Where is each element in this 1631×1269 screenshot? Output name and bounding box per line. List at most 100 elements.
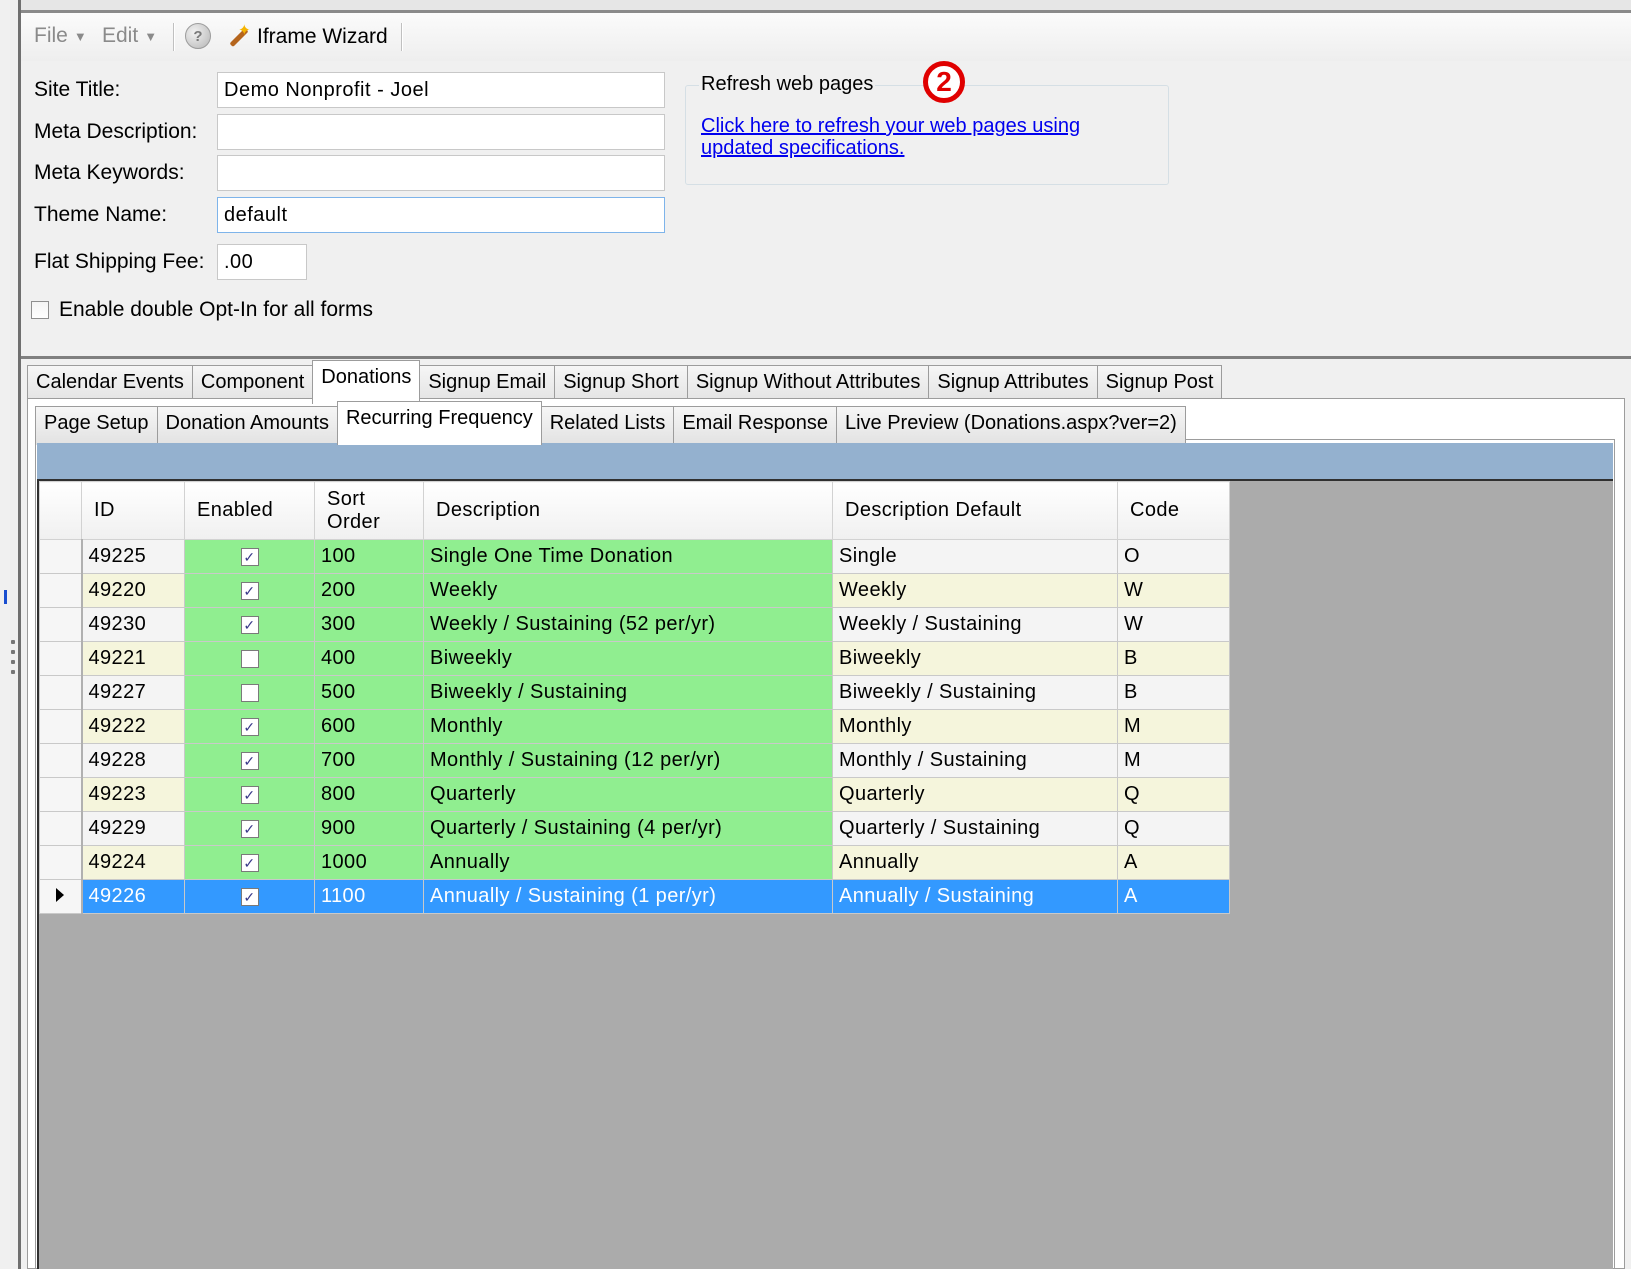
table-row[interactable]: 49221 400 Biweekly Biweekly B [39,641,1230,676]
row-header-cell[interactable] [39,709,83,744]
code-cell[interactable]: A [1117,879,1230,914]
enabled-cell[interactable]: ✓ [184,607,315,642]
sort-order-cell[interactable]: 500 [314,675,424,710]
enabled-checkbox[interactable]: ✓ [240,615,259,634]
iframe-wizard-button[interactable]: ✦ Iframe Wizard [225,22,388,50]
tab-related-lists[interactable]: Related Lists [540,406,675,445]
table-row[interactable]: 49227 500 Biweekly / Sustaining Biweekly / … [39,675,1230,710]
tab-donation-amounts[interactable]: Donation Amounts [156,406,338,445]
file-menu[interactable]: File ▼ [34,24,87,48]
table-row[interactable]: 49229 ✓ 900 Quarterly / Sustaining (4 per/y… [39,811,1230,846]
sort-order-cell[interactable]: 200 [314,573,424,608]
enabled-cell[interactable] [184,641,315,676]
description-default-cell[interactable]: Weekly [832,573,1118,608]
enabled-cell[interactable]: ✓ [184,743,315,778]
splitter-grip-dot[interactable] [11,660,15,664]
code-cell[interactable]: M [1117,709,1230,744]
id-cell[interactable]: 49227 [81,675,185,710]
sort-order-cell[interactable]: 100 [314,539,424,574]
sort-order-cell[interactable]: 1000 [314,845,424,880]
description-default-cell[interactable]: Weekly / Sustaining [832,607,1118,642]
id-cell[interactable]: 49223 [81,777,185,812]
id-cell[interactable]: 49226 [81,879,185,914]
code-cell[interactable]: Q [1117,811,1230,846]
column-header-sort-order[interactable]: Sort Order [314,481,424,540]
code-cell[interactable]: Q [1117,777,1230,812]
tab-page-setup[interactable]: Page Setup [35,406,158,445]
column-header-description[interactable]: Description [423,481,833,540]
column-header-description-default[interactable]: Description Default [832,481,1118,540]
sort-order-cell[interactable]: 300 [314,607,424,642]
description-cell[interactable]: Single One Time Donation [423,539,833,574]
row-header-cell[interactable] [39,607,83,642]
tab-recurring-frequency[interactable]: Recurring Frequency [336,401,542,445]
sort-order-cell[interactable]: 600 [314,709,424,744]
flat-shipping-fee-field[interactable]: .00 [217,244,307,280]
sort-order-cell[interactable]: 700 [314,743,424,778]
enabled-cell[interactable]: ✓ [184,573,315,608]
help-button[interactable]: ? [185,23,211,49]
enabled-cell[interactable]: ✓ [184,709,315,744]
code-cell[interactable]: A [1117,845,1230,880]
description-cell[interactable]: Monthly [423,709,833,744]
table-row[interactable]: 49222 ✓ 600 Monthly Monthly M [39,709,1230,744]
description-default-cell[interactable]: Single [832,539,1118,574]
enabled-checkbox[interactable]: ✓ [240,751,259,770]
description-cell[interactable]: Weekly / Sustaining (52 per/yr) [423,607,833,642]
enabled-checkbox[interactable]: ✓ [240,547,259,566]
enabled-cell[interactable]: ✓ [184,845,315,880]
enabled-cell[interactable]: ✓ [184,811,315,846]
description-cell[interactable]: Annually [423,845,833,880]
row-header-cell[interactable] [39,675,83,710]
id-cell[interactable]: 49222 [81,709,185,744]
code-cell[interactable]: W [1117,607,1230,642]
sort-order-cell[interactable]: 900 [314,811,424,846]
sort-order-cell[interactable]: 1100 [314,879,424,914]
description-cell[interactable]: Biweekly [423,641,833,676]
double-optin-checkbox[interactable] [31,301,49,319]
splitter-grip-dot[interactable] [11,670,15,674]
tab-email-response[interactable]: Email Response [673,406,837,445]
table-row[interactable]: 49230 ✓ 300 Weekly / Sustaining (52 per/yr)… [39,607,1230,642]
column-header-id[interactable]: ID [81,481,185,540]
description-default-cell[interactable]: Quarterly [832,777,1118,812]
meta-keywords-field[interactable] [217,155,665,191]
table-row[interactable]: 49220 ✓ 200 Weekly Weekly W [39,573,1230,608]
table-row[interactable]: 49223 ✓ 800 Quarterly Quarterly Q [39,777,1230,812]
splitter-grip-dot[interactable] [11,640,15,644]
enabled-checkbox[interactable]: ✓ [240,819,259,838]
row-header-cell[interactable] [39,879,83,914]
description-cell[interactable]: Quarterly [423,777,833,812]
description-default-cell[interactable]: Monthly [832,709,1118,744]
enabled-cell[interactable]: ✓ [184,777,315,812]
sort-order-cell[interactable]: 800 [314,777,424,812]
id-cell[interactable]: 49220 [81,573,185,608]
enabled-checkbox[interactable] [240,649,259,668]
description-cell[interactable]: Quarterly / Sustaining (4 per/yr) [423,811,833,846]
row-header-cell[interactable] [39,743,83,778]
description-default-cell[interactable]: Quarterly / Sustaining [832,811,1118,846]
row-header-cell[interactable] [39,539,83,574]
table-row[interactable]: 49224 ✓ 1000 Annually Annually A [39,845,1230,880]
row-header-cell[interactable] [39,777,83,812]
id-cell[interactable]: 49228 [81,743,185,778]
enabled-checkbox[interactable]: ✓ [240,785,259,804]
code-cell[interactable]: M [1117,743,1230,778]
code-cell[interactable]: B [1117,675,1230,710]
meta-description-field[interactable] [217,114,665,150]
id-cell[interactable]: 49221 [81,641,185,676]
column-header-enabled[interactable]: Enabled [184,481,315,540]
row-header-cell[interactable] [39,845,83,880]
description-cell[interactable]: Monthly / Sustaining (12 per/yr) [423,743,833,778]
tab-live-preview[interactable]: Live Preview (Donations.aspx?ver=2) [835,406,1186,445]
theme-name-field[interactable]: default [217,197,665,233]
id-cell[interactable]: 49230 [81,607,185,642]
id-cell[interactable]: 49224 [81,845,185,880]
double-optin-checkbox-row[interactable]: Enable double Opt-In for all forms [31,298,373,322]
code-cell[interactable]: O [1117,539,1230,574]
code-cell[interactable]: B [1117,641,1230,676]
id-cell[interactable]: 49229 [81,811,185,846]
sort-order-cell[interactable]: 400 [314,641,424,676]
description-default-cell[interactable]: Annually / Sustaining [832,879,1118,914]
description-cell[interactable]: Biweekly / Sustaining [423,675,833,710]
